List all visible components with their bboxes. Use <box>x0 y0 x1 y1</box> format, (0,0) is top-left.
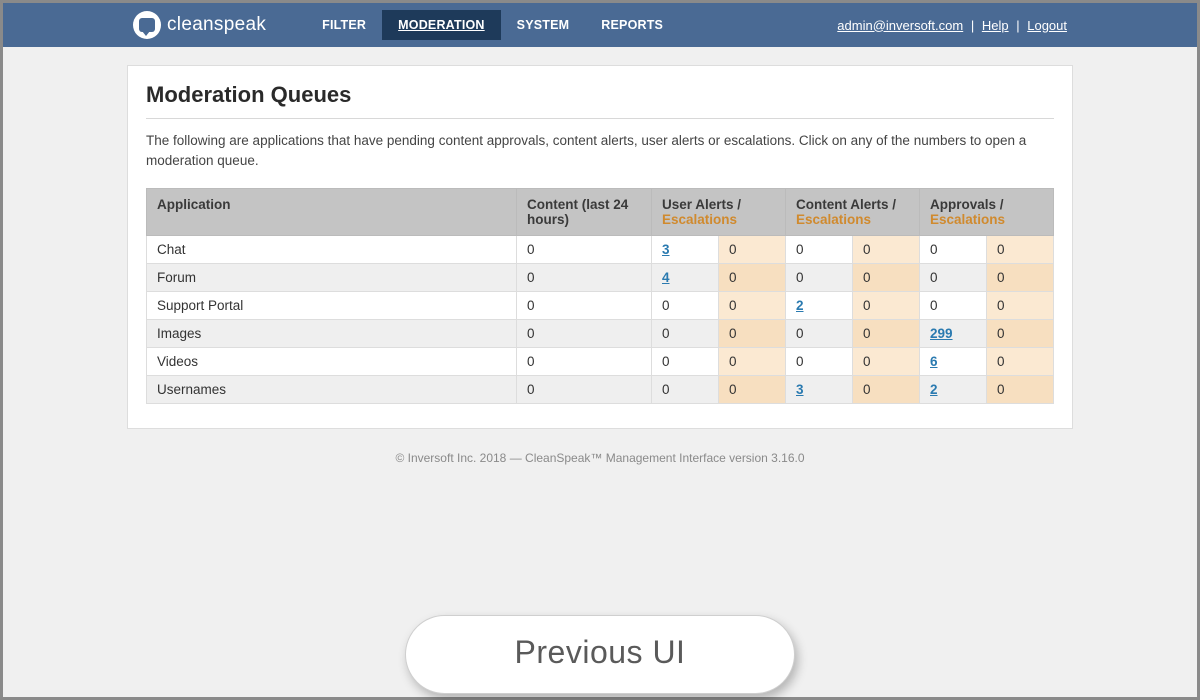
escalation-cell: 0 <box>853 264 920 292</box>
help-link[interactable]: Help <box>982 18 1009 33</box>
escalation-cell: 0 <box>987 292 1054 320</box>
th-user-alerts: User Alerts / Escalations <box>652 189 786 236</box>
app-name-cell: Chat <box>147 236 517 264</box>
moderation-queue-table: Application Content (last 24 hours) User… <box>146 188 1054 404</box>
previous-ui-button[interactable]: Previous UI <box>405 615 795 694</box>
app-name-cell: Images <box>147 320 517 348</box>
th-content: Content (last 24 hours) <box>517 189 652 236</box>
count-cell[interactable]: 3 <box>786 376 853 404</box>
brand-name: cleanspeak <box>167 14 266 36</box>
escalation-cell: 0 <box>719 348 786 376</box>
escalation-cell: 0 <box>987 236 1054 264</box>
th-application: Application <box>147 189 517 236</box>
escalation-cell: 0 <box>987 264 1054 292</box>
logout-link[interactable]: Logout <box>1027 18 1067 33</box>
count-cell[interactable]: 2 <box>920 376 987 404</box>
speech-bubble-icon <box>133 11 161 39</box>
footer-text: © Inversoft Inc. 2018 — CleanSpeak™ Mana… <box>3 451 1197 465</box>
app-name-cell: Support Portal <box>147 292 517 320</box>
table-row: Support Portal0002000 <box>147 292 1054 320</box>
count-cell: 0 <box>786 320 853 348</box>
escalation-cell: 0 <box>719 376 786 404</box>
page-panel: Moderation Queues The following are appl… <box>127 65 1073 429</box>
nav-item-moderation[interactable]: MODERATION <box>382 10 501 40</box>
brand[interactable]: cleanspeak <box>133 11 266 39</box>
count-cell: 0 <box>920 236 987 264</box>
count-cell: 0 <box>517 320 652 348</box>
count-cell: 0 <box>786 264 853 292</box>
escalation-cell: 0 <box>853 348 920 376</box>
count-cell: 0 <box>652 292 719 320</box>
escalation-cell: 0 <box>987 348 1054 376</box>
table-row: Images000002990 <box>147 320 1054 348</box>
count-cell: 0 <box>652 320 719 348</box>
escalation-cell: 0 <box>853 292 920 320</box>
count-cell: 0 <box>786 348 853 376</box>
count-cell: 0 <box>517 348 652 376</box>
nav-item-system[interactable]: SYSTEM <box>501 10 586 40</box>
queue-count-link[interactable]: 2 <box>930 382 938 397</box>
queue-count-link[interactable]: 2 <box>796 298 804 313</box>
queue-count-link[interactable]: 3 <box>796 382 804 397</box>
page-description: The following are applications that have… <box>146 131 1054 170</box>
count-cell: 0 <box>652 376 719 404</box>
app-name-cell: Usernames <box>147 376 517 404</box>
th-approvals: Approvals / Escalations <box>920 189 1054 236</box>
escalation-cell: 0 <box>987 376 1054 404</box>
count-cell[interactable]: 3 <box>652 236 719 264</box>
count-cell: 0 <box>786 236 853 264</box>
escalation-cell: 0 <box>719 236 786 264</box>
navbar: cleanspeak FILTER MODERATION SYSTEM REPO… <box>3 3 1197 47</box>
count-cell: 0 <box>920 264 987 292</box>
table-row: Videos0000060 <box>147 348 1054 376</box>
user-email-link[interactable]: admin@inversoft.com <box>837 18 963 33</box>
table-row: Usernames0003020 <box>147 376 1054 404</box>
escalation-cell: 0 <box>987 320 1054 348</box>
nav-right: admin@inversoft.com | Help | Logout <box>837 18 1067 33</box>
count-cell: 0 <box>517 264 652 292</box>
app-name-cell: Videos <box>147 348 517 376</box>
queue-count-link[interactable]: 3 <box>662 242 670 257</box>
nav-item-filter[interactable]: FILTER <box>306 10 382 40</box>
queue-count-link[interactable]: 299 <box>930 326 953 341</box>
table-row: Forum0400000 <box>147 264 1054 292</box>
escalation-cell: 0 <box>853 320 920 348</box>
count-cell: 0 <box>517 292 652 320</box>
th-content-alerts: Content Alerts / Escalations <box>786 189 920 236</box>
queue-count-link[interactable]: 6 <box>930 354 938 369</box>
count-cell: 0 <box>920 292 987 320</box>
table-row: Chat0300000 <box>147 236 1054 264</box>
count-cell[interactable]: 4 <box>652 264 719 292</box>
escalation-cell: 0 <box>719 292 786 320</box>
page-title: Moderation Queues <box>146 82 1054 119</box>
escalation-cell: 0 <box>719 264 786 292</box>
count-cell[interactable]: 299 <box>920 320 987 348</box>
escalation-cell: 0 <box>719 320 786 348</box>
count-cell[interactable]: 2 <box>786 292 853 320</box>
app-name-cell: Forum <box>147 264 517 292</box>
count-cell: 0 <box>517 376 652 404</box>
queue-count-link[interactable]: 4 <box>662 270 670 285</box>
count-cell: 0 <box>652 348 719 376</box>
nav-items: FILTER MODERATION SYSTEM REPORTS <box>306 10 679 40</box>
escalation-cell: 0 <box>853 236 920 264</box>
count-cell[interactable]: 6 <box>920 348 987 376</box>
count-cell: 0 <box>517 236 652 264</box>
escalation-cell: 0 <box>853 376 920 404</box>
nav-item-reports[interactable]: REPORTS <box>585 10 679 40</box>
